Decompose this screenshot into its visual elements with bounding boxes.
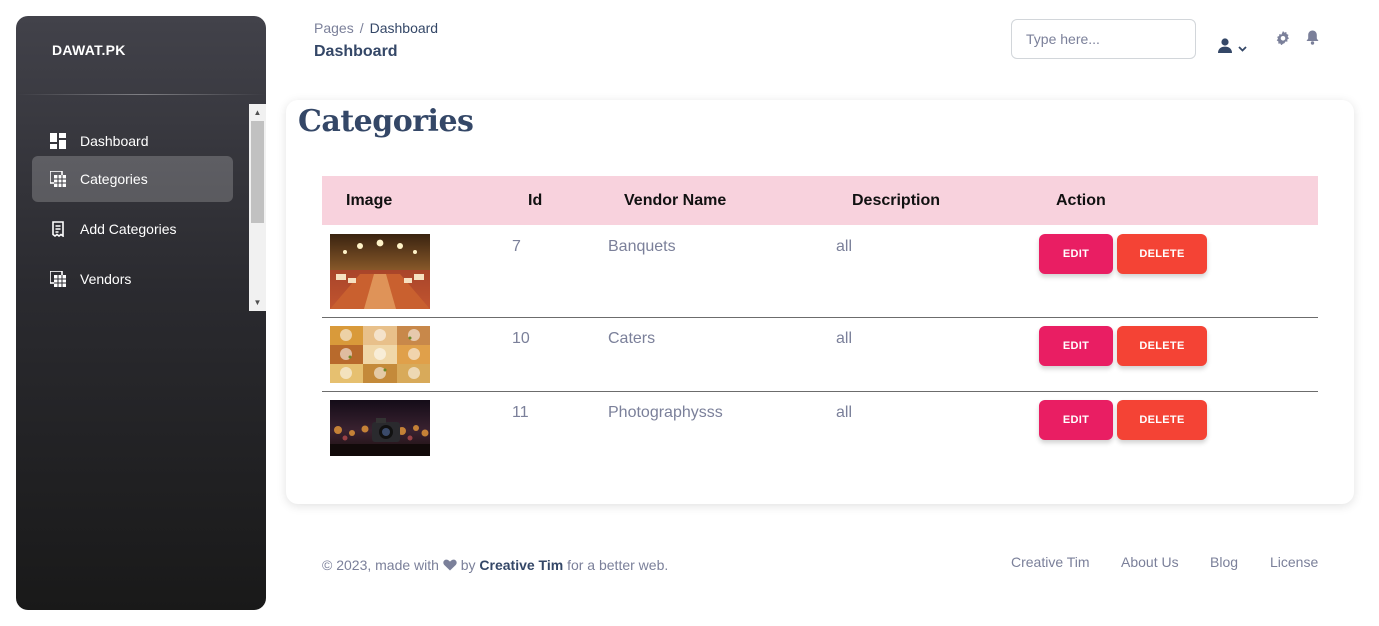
table-row: 7 Banquets all EDIT DELETE bbox=[322, 225, 1318, 318]
user-menu[interactable] bbox=[1218, 38, 1247, 58]
footer-author-link[interactable]: Creative Tim bbox=[479, 557, 563, 573]
cell-vendor-name: Photographysss bbox=[608, 404, 723, 421]
cell-description: all bbox=[836, 404, 853, 421]
sidebar-item-add-categories[interactable]: Add Categories bbox=[32, 206, 233, 252]
footer-by: by bbox=[460, 557, 476, 573]
receipt-icon bbox=[50, 221, 66, 237]
categories-table: Image Id Vendor Name Description Action bbox=[322, 176, 1318, 464]
sidebar-item-label: Add Categories bbox=[80, 221, 177, 237]
delete-button[interactable]: DELETE bbox=[1117, 234, 1207, 274]
column-header-action: Action bbox=[1056, 192, 1106, 209]
divider bbox=[16, 94, 266, 95]
column-header-image: Image bbox=[346, 192, 393, 209]
brand-logo[interactable]: DAWAT.PK bbox=[52, 42, 126, 58]
cell-vendor-name: Caters bbox=[608, 330, 656, 347]
delete-button[interactable]: DELETE bbox=[1117, 326, 1207, 366]
cell-id: 10 bbox=[512, 330, 530, 347]
table-row: 10 Caters all EDIT DELETE bbox=[322, 318, 1318, 392]
cell-description: all bbox=[836, 330, 853, 347]
page-title: Dashboard bbox=[314, 43, 398, 60]
footer-copyright-prefix: © 2023, made with bbox=[322, 557, 439, 573]
column-header-description: Description bbox=[852, 192, 941, 209]
footer-link-creative-tim[interactable]: Creative Tim bbox=[1011, 554, 1090, 570]
dashboard-icon bbox=[50, 133, 66, 149]
photography-camera-image bbox=[330, 400, 430, 456]
sidebar-nav: Dashboard Categories Add Categories Vend… bbox=[16, 104, 266, 311]
breadcrumb-current: Dashboard bbox=[369, 20, 439, 36]
gear-icon[interactable] bbox=[1276, 31, 1290, 45]
sidebar-scrollbar[interactable]: ▲ ▼ bbox=[249, 104, 266, 311]
footer-suffix: for a better web. bbox=[567, 557, 669, 573]
footer-copyright: © 2023, made with by Creative Tim for a … bbox=[322, 557, 668, 574]
heart-icon bbox=[443, 558, 457, 574]
sidebar-item-categories[interactable]: Categories bbox=[32, 156, 233, 202]
scroll-up-arrow-icon[interactable]: ▲ bbox=[249, 104, 266, 121]
cell-id: 7 bbox=[512, 238, 521, 255]
table-row: 11 Photographysss all EDIT DELETE bbox=[322, 392, 1318, 464]
scroll-down-arrow-icon[interactable]: ▼ bbox=[249, 294, 266, 311]
table-icon bbox=[50, 171, 66, 187]
footer-link-license[interactable]: License bbox=[1270, 554, 1318, 570]
chevron-down-icon bbox=[1238, 39, 1247, 57]
scroll-thumb[interactable] bbox=[251, 121, 264, 223]
catering-food-image bbox=[330, 326, 430, 383]
table-icon bbox=[50, 271, 66, 287]
edit-button[interactable]: EDIT bbox=[1039, 326, 1113, 366]
delete-button[interactable]: DELETE bbox=[1117, 400, 1207, 440]
breadcrumb-separator: / bbox=[359, 20, 364, 36]
card-title: Categories bbox=[298, 104, 474, 139]
footer-link-about-us[interactable]: About Us bbox=[1121, 554, 1179, 570]
cell-id: 11 bbox=[512, 404, 529, 421]
search-input[interactable] bbox=[1011, 19, 1196, 59]
edit-button[interactable]: EDIT bbox=[1039, 234, 1113, 274]
sidebar-item-label: Dashboard bbox=[80, 133, 149, 149]
column-header-vendor-name: Vendor Name bbox=[624, 192, 727, 209]
sidebar: DAWAT.PK Dashboard Categories Add Catego… bbox=[16, 16, 266, 610]
user-icon bbox=[1218, 38, 1232, 58]
breadcrumb: Pages / Dashboard bbox=[314, 20, 438, 36]
sidebar-item-vendors[interactable]: Vendors bbox=[32, 256, 233, 302]
column-header-id: Id bbox=[528, 192, 543, 209]
edit-button[interactable]: EDIT bbox=[1039, 400, 1113, 440]
cell-description: all bbox=[836, 238, 853, 255]
categories-card: Categories Image Id Vendor Name Descript… bbox=[286, 100, 1354, 504]
bell-icon[interactable] bbox=[1306, 30, 1319, 45]
breadcrumb-root[interactable]: Pages bbox=[314, 20, 354, 36]
banquet-hall-image bbox=[330, 234, 430, 309]
cell-vendor-name: Banquets bbox=[608, 238, 676, 255]
table-header: Image Id Vendor Name Description Action bbox=[322, 176, 1318, 225]
footer-link-blog[interactable]: Blog bbox=[1210, 554, 1238, 570]
sidebar-item-label: Categories bbox=[80, 171, 148, 187]
sidebar-item-label: Vendors bbox=[80, 271, 132, 287]
